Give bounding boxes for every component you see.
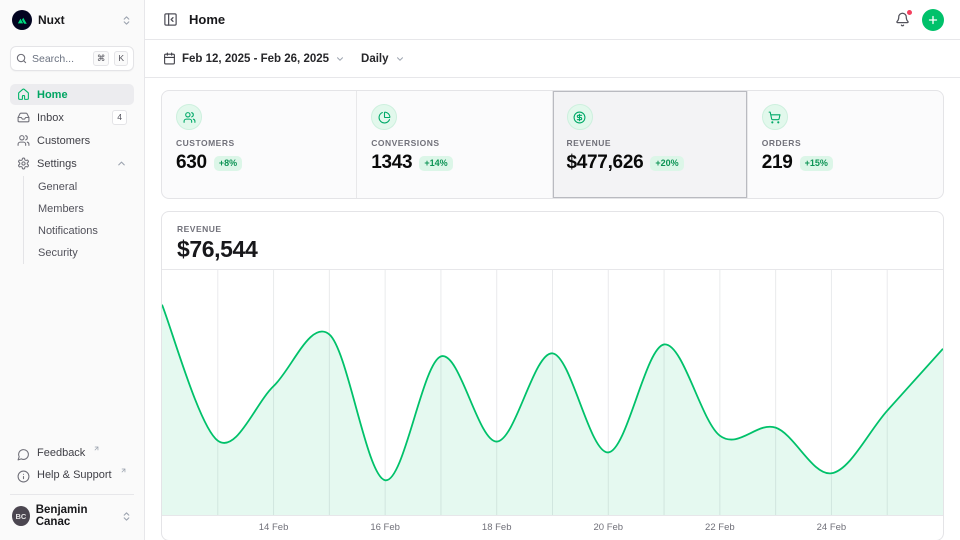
filters-toolbar: Feb 12, 2025 - Feb 26, 2025 Daily [145,40,960,78]
external-link-icon [93,445,100,452]
chevrons-up-down-icon [121,15,132,26]
sidebar-item-label: Settings [37,158,77,170]
stat-delta-badge: +15% [800,156,833,171]
feedback-link[interactable]: Feedback [10,443,134,465]
plus-icon [927,14,939,26]
message-circle-icon [17,448,30,461]
stats-row: CUSTOMERS 630 +8% CONVERSIONS 1343 +14% [161,90,944,199]
chevron-down-icon [335,54,345,64]
chevron-down-icon [395,54,405,64]
chevron-up-icon [116,158,127,169]
sidebar-item-label: Home [37,89,68,101]
period-select[interactable]: Daily [359,49,407,69]
sidebar-item-members[interactable]: Members [24,198,134,220]
chart-total-value: $76,544 [177,236,928,263]
sidebar-item-notifications[interactable]: Notifications [24,220,134,242]
kbd-k: K [114,51,128,66]
search-input[interactable] [32,53,88,65]
panel-left-close-icon [163,12,178,27]
date-range-picker[interactable]: Feb 12, 2025 - Feb 26, 2025 [161,48,347,69]
stat-delta-badge: +8% [214,156,242,171]
x-tick-label: 18 Feb [482,522,512,533]
dollar-icon [567,104,593,130]
chart-pie-icon [371,104,397,130]
stat-value: $477,626 [567,152,644,174]
x-tick-label: 16 Feb [370,522,400,533]
topbar-actions [893,9,944,31]
x-tick-label: 20 Feb [593,522,623,533]
period-value: Daily [361,53,389,65]
feedback-label: Feedback [37,447,85,459]
user-name: Benjamin Canac [36,504,115,528]
sidebar-item-security[interactable]: Security [24,242,134,264]
sidebar-item-home[interactable]: Home [10,84,134,105]
notification-dot [906,9,913,16]
date-range-value: Feb 12, 2025 - Feb 26, 2025 [182,53,329,65]
topbar: Home [145,0,960,40]
stat-delta-badge: +20% [650,156,683,171]
stat-value: 630 [176,152,207,174]
x-tick-label: 24 Feb [817,522,847,533]
gear-icon [17,157,30,170]
home-icon [17,88,30,101]
nuxt-logo-icon [12,10,32,30]
users-icon [17,134,30,147]
inbox-count-badge: 4 [112,110,127,125]
avatar: BC [12,506,30,526]
cart-icon [762,104,788,130]
help-support-link[interactable]: Help & Support [10,465,134,487]
chart-title: REVENUE [177,224,928,234]
kbd-cmd: ⌘ [93,51,110,66]
stat-orders[interactable]: ORDERS 219 +15% [748,91,943,198]
sidebar-item-label: Inbox [37,112,64,124]
stat-customers[interactable]: CUSTOMERS 630 +8% [162,91,357,198]
inbox-icon [17,111,30,124]
chevrons-up-down-icon [121,511,132,522]
revenue-chart-card: REVENUE $76,544 14 Feb 16 Feb 18 Feb 20 Feb… [161,211,944,540]
team-name: Nuxt [38,13,65,27]
stat-delta-badge: +14% [419,156,452,171]
main-area: Home Feb 12, 2025 - Feb 26, 2025 [145,0,960,540]
x-tick-label: 14 Feb [259,522,289,533]
stat-label: ORDERS [762,138,929,148]
chart-x-axis: 14 Feb 16 Feb 18 Feb 20 Feb 22 Feb 24 Feb [162,516,943,540]
stat-label: CUSTOMERS [176,138,342,148]
add-button[interactable] [922,9,944,31]
stat-conversions[interactable]: CONVERSIONS 1343 +14% [357,91,552,198]
stat-value: 1343 [371,152,412,174]
info-icon [17,470,30,483]
sidebar-item-inbox[interactable]: Inbox 4 [10,107,134,128]
x-tick-label: 22 Feb [705,522,735,533]
stat-revenue[interactable]: REVENUE $477,626 +20% [553,91,748,198]
sidebar-collapse-button[interactable] [161,10,180,29]
sidebar-item-label: Customers [37,135,90,147]
settings-sub-list: General Members Notifications Security [23,176,134,264]
stat-label: REVENUE [567,138,733,148]
sidebar-item-customers[interactable]: Customers [10,130,134,151]
page-title: Home [189,12,225,27]
users-icon [176,104,202,130]
sidebar-spacer [10,264,134,443]
search-input-wrap: ⌘ K [10,46,134,71]
stat-value: 219 [762,152,793,174]
revenue-chart-header: REVENUE $76,544 [162,212,943,269]
calendar-icon [163,52,176,65]
help-support-label: Help & Support [37,469,112,481]
external-link-icon [120,467,127,474]
notifications-button[interactable] [893,10,912,29]
home-content: CUSTOMERS 630 +8% CONVERSIONS 1343 +14% [145,78,960,540]
revenue-chart-plot[interactable] [162,269,943,516]
revenue-area-chart [162,270,943,515]
sidebar-nav: Home Inbox 4 Customers Settings Ge [10,84,134,264]
team-switcher[interactable]: Nuxt [10,9,134,31]
sidebar: Nuxt ⌘ K Home Inbox 4 [0,0,145,540]
sidebar-item-general[interactable]: General [24,176,134,198]
sidebar-item-settings[interactable]: Settings [10,153,134,174]
user-menu[interactable]: BC Benjamin Canac [10,494,134,530]
search-icon [16,53,27,64]
stat-label: CONVERSIONS [371,138,537,148]
